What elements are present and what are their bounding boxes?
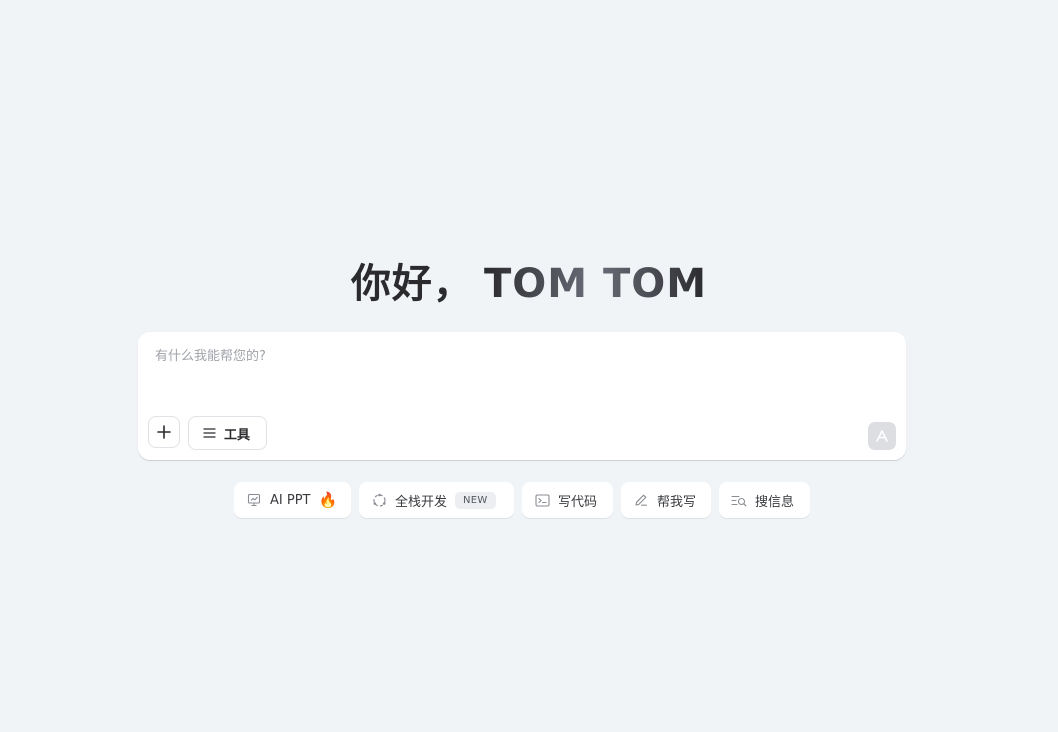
suggestion-label: AI PPT [270, 492, 311, 508]
suggestion-label: 全栈开发 [395, 494, 448, 510]
suggestion-label: 搜信息 [755, 494, 795, 510]
suggestion-help-write[interactable]: 帮我写 [621, 482, 711, 518]
send-button[interactable] [868, 422, 896, 450]
search-list-icon [731, 492, 747, 508]
suggestion-ai-ppt[interactable]: AI PPT 🔥 [234, 482, 351, 518]
suggestion-fullstack[interactable]: 全栈开发 NEW [359, 482, 514, 518]
greeting-hello: 你好， [350, 261, 474, 307]
new-badge: NEW [455, 491, 496, 509]
fire-icon: 🔥 [318, 491, 338, 509]
prompt-input[interactable] [155, 345, 855, 367]
send-arrow-icon [876, 430, 888, 442]
dashed-circle-icon [371, 492, 387, 508]
plus-icon [157, 425, 171, 439]
menu-lines-icon [203, 428, 216, 438]
tools-button[interactable]: 工具 [188, 416, 267, 450]
user-name: TOM TOM [483, 261, 708, 307]
terminal-icon [534, 492, 550, 508]
suggestion-write-code[interactable]: 写代码 [522, 482, 613, 518]
composer-card: 工具 [138, 332, 906, 460]
suggestion-search-info[interactable]: 搜信息 [719, 482, 810, 518]
presentation-icon [246, 492, 262, 508]
suggestion-label: 帮我写 [657, 494, 697, 510]
pencil-icon [633, 492, 649, 508]
add-attachment-button[interactable] [148, 416, 180, 448]
page-title: 你好， TOM TOM [0, 258, 1058, 310]
tools-label: 工具 [224, 427, 251, 443]
suggestion-label: 写代码 [558, 494, 598, 510]
